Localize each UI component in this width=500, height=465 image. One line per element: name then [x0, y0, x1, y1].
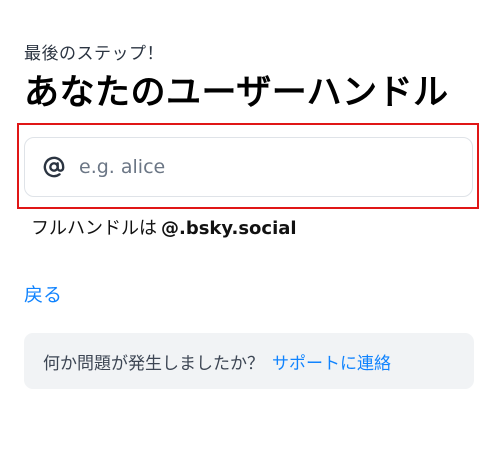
handle-field[interactable]	[24, 137, 473, 197]
help-banner: 何か問題が発生しましたか？ サポートに連絡	[24, 333, 474, 389]
full-handle-hint: フルハンドルは @.bsky.social	[31, 214, 297, 240]
at-icon	[43, 156, 65, 178]
handle-input[interactable]	[79, 156, 439, 178]
full-handle-prefix: フルハンドルは	[31, 218, 157, 239]
back-button[interactable]: 戻る	[24, 280, 62, 307]
help-text: 何か問題が発生しましたか？	[43, 353, 264, 374]
page-title: あなたのユーザーハンドル	[24, 73, 449, 113]
step-label: 最後のステップ！	[24, 44, 164, 64]
full-handle-domain: @.bsky.social	[161, 218, 297, 239]
contact-support-link[interactable]: サポートに連絡	[272, 349, 391, 374]
